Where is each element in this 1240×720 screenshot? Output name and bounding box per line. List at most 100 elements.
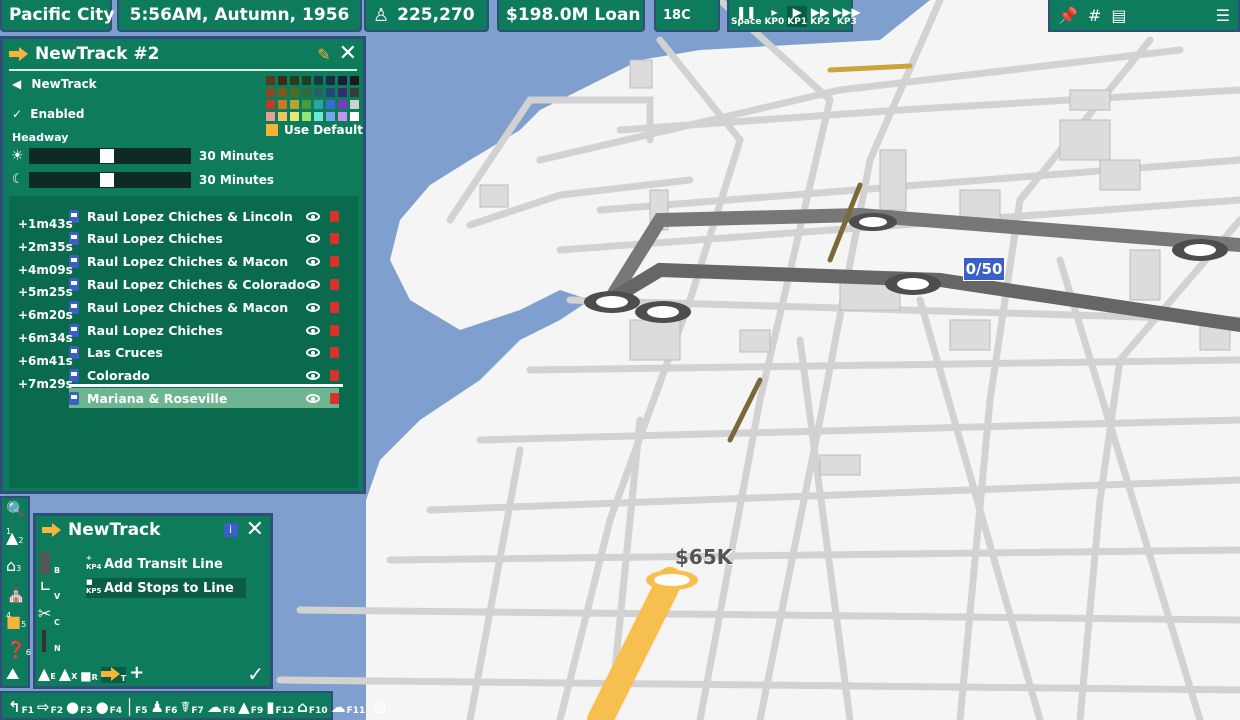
bus-capacity-badge[interactable]: 0/50 (963, 257, 1005, 281)
color-swatch[interactable] (290, 112, 299, 121)
color-swatch[interactable] (350, 88, 359, 97)
color-swatch[interactable] (302, 112, 311, 121)
overlay-button-f1[interactable]: ↰ F1 (8, 696, 34, 716)
color-swatch[interactable] (302, 88, 311, 97)
stop-row[interactable]: Raul Lopez Chiches & Colorado (69, 274, 339, 294)
eye-icon[interactable] (306, 348, 320, 358)
bus-mode-button[interactable]: B (38, 552, 62, 578)
color-palette[interactable] (266, 76, 359, 121)
stop-row[interactable]: Raul Lopez Chiches & Lincoln (69, 206, 339, 226)
trash-icon[interactable] (330, 392, 339, 404)
overlay-button-f9[interactable]: ▲ F9 (238, 696, 263, 716)
color-swatch[interactable] (326, 100, 335, 109)
color-swatch[interactable] (278, 76, 287, 85)
pencil-icon[interactable]: ✎ (317, 45, 330, 64)
color-swatch[interactable] (302, 76, 311, 85)
trash-icon[interactable] (330, 233, 339, 245)
loan-display[interactable]: $198.0M Loan (497, 0, 645, 32)
menu-icon[interactable]: ☰ (1216, 6, 1230, 25)
night-headway-slider[interactable] (29, 172, 191, 188)
overlay-button-f12[interactable]: ▮ F12 (266, 696, 294, 716)
eye-icon[interactable] (306, 302, 320, 312)
stop-row[interactable]: Las Cruces (69, 343, 339, 363)
speed-3-button[interactable]: ▶▶▶ KP3 (833, 6, 861, 27)
speed-0-button[interactable]: ▸ KP0 (764, 6, 784, 27)
bulldoze-tool-button[interactable]: ■5 (6, 612, 26, 631)
color-swatch[interactable] (278, 88, 287, 97)
stop-name[interactable]: Mariana & Roseville (87, 391, 306, 406)
terrain-tool-button[interactable]: ⛰ (6, 664, 19, 684)
stop-name[interactable]: Raul Lopez Chiches (87, 231, 306, 246)
eye-icon[interactable] (306, 325, 320, 335)
cut-tool-button[interactable]: ✂ C (38, 604, 62, 630)
pause-button[interactable]: ❚❚ Space (731, 6, 761, 27)
color-swatch[interactable] (278, 112, 287, 121)
color-swatch[interactable] (266, 76, 275, 85)
eye-icon[interactable] (306, 211, 320, 221)
color-swatch[interactable] (278, 100, 287, 109)
overlay-button-f5[interactable]: │ F5 (125, 696, 147, 716)
color-swatch[interactable] (314, 88, 323, 97)
eye-icon[interactable] (306, 234, 320, 244)
back-link[interactable]: ◀ NewTrack (12, 77, 97, 91)
bridge-mode-button[interactable]: ▲X (59, 664, 77, 683)
population-display[interactable]: ♙ 225,270 (364, 0, 489, 32)
color-swatch[interactable] (338, 112, 347, 121)
eye-icon[interactable] (306, 393, 320, 403)
overlay-button-f8[interactable]: ☁ F8 (207, 696, 235, 716)
grid-icon[interactable]: # (1088, 6, 1101, 25)
eye-icon[interactable] (306, 371, 320, 381)
color-swatch[interactable] (326, 76, 335, 85)
overlay-button-f11[interactable]: ☁ F11 (331, 696, 366, 716)
use-default-color-button[interactable]: Use Default (266, 123, 363, 137)
overlay-button-f7[interactable]: ☤ F7 (180, 696, 203, 716)
info-icon[interactable]: i (223, 523, 238, 537)
color-swatch[interactable] (350, 100, 359, 109)
color-swatch[interactable] (302, 100, 311, 109)
color-swatch[interactable] (338, 100, 347, 109)
road-tool-button[interactable]: ▲2 (6, 528, 23, 547)
overlay-button-f3[interactable]: ● F3 (66, 696, 93, 716)
stop-name[interactable]: Colorado (87, 368, 306, 383)
rail-mode-button[interactable]: ∟ V (38, 578, 62, 604)
color-swatch[interactable] (314, 112, 323, 121)
color-swatch[interactable] (338, 76, 347, 85)
stop-name[interactable]: Raul Lopez Chiches (87, 323, 306, 338)
trash-icon[interactable] (330, 210, 339, 222)
eye-icon[interactable] (306, 279, 320, 289)
stop-row[interactable]: Raul Lopez Chiches (69, 229, 339, 249)
enabled-toggle[interactable]: ✓ Enabled (12, 107, 85, 121)
trash-icon[interactable] (330, 347, 339, 359)
trash-icon[interactable] (330, 256, 339, 268)
color-swatch[interactable] (266, 88, 275, 97)
speed-1-button[interactable]: ▶ KP1 (787, 6, 808, 27)
trash-icon[interactable] (330, 324, 339, 336)
stop-name[interactable]: Las Cruces (87, 345, 306, 360)
color-swatch[interactable] (266, 100, 275, 109)
overlay-button-f4[interactable]: ● F4 (96, 696, 123, 716)
color-swatch[interactable] (314, 76, 323, 85)
stop-name[interactable]: Raul Lopez Chiches & Colorado (87, 277, 306, 292)
trash-icon[interactable] (330, 370, 339, 382)
add-button[interactable]: + (129, 662, 144, 683)
color-swatch[interactable] (338, 88, 347, 97)
color-swatch[interactable] (266, 112, 275, 121)
overlay-button-f6[interactable]: ♟ F6 (150, 696, 177, 716)
slider-handle[interactable] (100, 173, 115, 187)
color-swatch[interactable] (350, 76, 359, 85)
stop-row[interactable]: Raul Lopez Chiches & Macon (69, 252, 339, 272)
color-swatch[interactable] (290, 100, 299, 109)
zone-tool-button[interactable]: ⌂3 (6, 556, 21, 575)
slider-handle[interactable] (100, 149, 115, 163)
stop-row[interactable]: Raul Lopez Chiches (69, 320, 339, 340)
stop-name[interactable]: Raul Lopez Chiches & Macon (87, 254, 306, 269)
confirm-checkmark-icon[interactable]: ✓ (247, 662, 264, 686)
help-button[interactable]: ❓6 (6, 640, 31, 659)
newspaper-icon[interactable]: ▤ (1111, 6, 1126, 25)
close-icon[interactable]: ✕ (339, 43, 357, 65)
overlay-button-f10[interactable]: ⌂ F10 (297, 696, 327, 716)
pin-icon[interactable]: 📌 (1058, 6, 1078, 25)
city-name[interactable]: Pacific City (0, 0, 115, 32)
stop-row[interactable]: Raul Lopez Chiches & Macon (69, 297, 339, 317)
close-icon[interactable]: ✕ (246, 519, 264, 541)
